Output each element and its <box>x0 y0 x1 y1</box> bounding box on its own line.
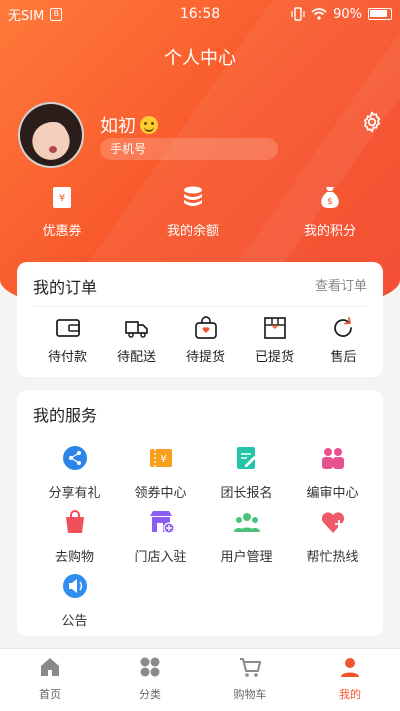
delivery-truck-icon <box>124 321 148 338</box>
tab-category[interactable]: 分类 <box>100 655 200 702</box>
orders-card: 我的订单 查看订单 待付款 待配送 待提货 已提货 售后 <box>17 262 383 377</box>
store-icon <box>149 511 175 534</box>
order-status-label: 待付款 <box>47 350 87 365</box>
svg-text:¥: ¥ <box>59 193 65 204</box>
share-icon <box>62 446 87 470</box>
status-right: 90% <box>262 7 392 22</box>
settings-gear-icon[interactable] <box>360 110 384 134</box>
service-label: 团长报名 <box>220 486 273 501</box>
order-status-awaiting-delivery[interactable]: 待配送 <box>100 316 173 365</box>
service-label: 公告 <box>61 614 88 629</box>
tab-home[interactable]: 首页 <box>0 655 100 702</box>
service-go-shopping[interactable]: 去购物 <box>29 508 120 565</box>
order-status-label: 售后 <box>330 350 357 365</box>
tab-label: 首页 <box>39 688 61 701</box>
service-review-center[interactable]: 编审中心 <box>287 444 378 501</box>
profile-icon <box>341 658 359 677</box>
status-left: 无SIM B <box>8 5 138 24</box>
coins-icon <box>184 186 202 206</box>
order-status-label: 已提货 <box>254 350 294 365</box>
return-icon <box>333 317 352 337</box>
battery-percent: 90% <box>333 6 362 22</box>
service-label: 分享有礼 <box>48 486 101 501</box>
tab-label: 购物车 <box>233 688 267 701</box>
phone-number-pill[interactable]: 手机号 <box>100 138 278 160</box>
quick-link-coupons[interactable]: ¥ 优惠券 <box>22 184 102 239</box>
order-status-after-sales[interactable]: 售后 <box>307 316 380 365</box>
profile-quick-links: ¥ 优惠券 我的余额 $ 我的积分 <box>0 184 400 240</box>
avatar[interactable] <box>18 102 84 168</box>
bottom-tab-bar: 首页 分类 购物车 我的 <box>0 648 400 711</box>
service-coupon-center[interactable]: ¥ 领券中心 <box>115 444 206 501</box>
order-status-pending-payment[interactable]: 待付款 <box>31 316 104 365</box>
box-icon <box>263 317 286 339</box>
status-time: 16:58 <box>179 6 221 22</box>
quick-link-label: 优惠券 <box>42 224 82 239</box>
speaker-icon <box>62 574 87 598</box>
wallet-icon <box>55 319 80 337</box>
orders-title: 我的订单 <box>33 278 98 297</box>
shopping-bag-icon <box>65 510 84 533</box>
username-text: 如初 <box>100 116 136 137</box>
username: 如初 <box>100 112 158 138</box>
smile-emoji-icon <box>140 116 158 134</box>
tab-label: 分类 <box>139 688 161 701</box>
coupon-center-icon: ¥ <box>149 449 172 467</box>
tab-cart[interactable]: 购物车 <box>200 655 300 702</box>
service-label: 帮忙热线 <box>306 550 359 565</box>
vibrate-icon <box>291 7 305 21</box>
order-status-label: 待配送 <box>116 350 156 365</box>
heart-plus-icon <box>321 512 344 533</box>
order-status-label: 待提货 <box>185 350 225 365</box>
service-label: 去购物 <box>54 550 94 565</box>
services-card: 我的服务 分享有礼 ¥ 领券中心 团长报名 编审中心 去购物 门店入驻 用户管理… <box>17 390 383 636</box>
service-help-hotline[interactable]: 帮忙热线 <box>287 508 378 565</box>
service-store-onboarding[interactable]: 门店入驻 <box>115 508 206 565</box>
money-bag-icon: $ <box>321 187 339 208</box>
avatar-mouth <box>49 146 57 153</box>
carrier-label: 无SIM <box>8 8 45 24</box>
service-label: 门店入驻 <box>134 550 187 565</box>
status-bar: 无SIM B 16:58 90% <box>0 0 400 28</box>
services-title: 我的服务 <box>33 406 98 425</box>
svg-text:¥: ¥ <box>160 454 166 465</box>
coupon-icon: ¥ <box>53 187 71 208</box>
home-icon <box>41 658 59 676</box>
order-status-picked-up[interactable]: 已提货 <box>238 316 311 365</box>
users-icon <box>321 448 344 469</box>
service-label: 编审中心 <box>306 486 359 501</box>
service-share[interactable]: 分享有礼 <box>29 444 120 501</box>
cart-icon <box>240 658 261 677</box>
sim-icon: B <box>50 7 63 21</box>
service-label: 用户管理 <box>220 550 273 565</box>
svg-text:$: $ <box>327 197 333 207</box>
group-icon <box>233 513 260 532</box>
tab-label: 我的 <box>339 688 361 701</box>
quick-link-balance[interactable]: 我的余额 <box>153 184 233 239</box>
bag-icon <box>194 316 217 339</box>
service-leader-signup[interactable]: 团长报名 <box>201 444 292 501</box>
service-user-management[interactable]: 用户管理 <box>201 508 292 565</box>
quick-link-label: 我的积分 <box>303 224 356 239</box>
edit-form-icon <box>236 447 256 469</box>
category-icon <box>140 657 160 677</box>
divider <box>33 306 367 307</box>
tab-mine[interactable]: 我的 <box>300 655 400 702</box>
wifi-icon <box>311 8 327 20</box>
quick-link-label: 我的余额 <box>166 224 219 239</box>
battery-icon <box>368 8 392 20</box>
service-announcement[interactable]: 公告 <box>29 572 120 629</box>
service-label: 领券中心 <box>134 486 187 501</box>
quick-link-points[interactable]: $ 我的积分 <box>290 184 370 239</box>
page-title: 个人中心 <box>164 48 236 69</box>
order-status-awaiting-pickup[interactable]: 待提货 <box>169 316 242 365</box>
view-orders-link[interactable]: 查看订单 <box>315 275 367 294</box>
